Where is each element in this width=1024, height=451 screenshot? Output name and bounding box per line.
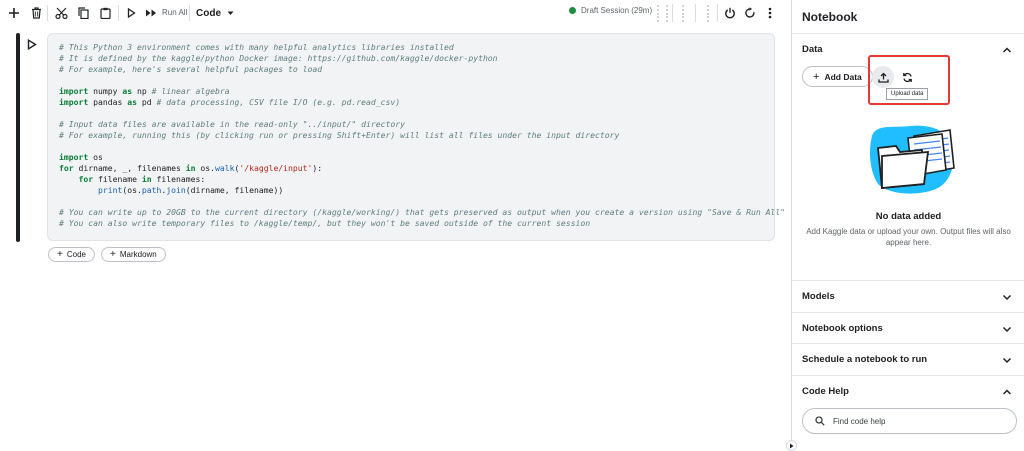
code-editor[interactable]: # This Python 3 environment comes with m… — [59, 42, 786, 229]
toolbar-divider — [118, 5, 119, 21]
notebook-toolbar: Run All Code Draft Session (29m) — [0, 0, 791, 26]
cpu-meter-icon — [653, 5, 662, 22]
code-line: # For example, running this (by clicking… — [59, 130, 620, 140]
annotation-highlight-box — [868, 55, 950, 105]
panel-divider — [792, 375, 1024, 376]
run-all-icon[interactable] — [141, 3, 161, 23]
code-line: print(os.path.join(dirname, filename)) — [97, 185, 284, 195]
toolbar-divider — [717, 4, 718, 22]
code-help-section-header[interactable]: Code Help — [802, 386, 849, 397]
chevron-down-icon[interactable] — [1002, 292, 1012, 302]
plus-icon: + — [813, 70, 820, 83]
restart-icon[interactable] — [740, 3, 760, 23]
code-line: import pandas as pd # data processing, C… — [59, 97, 401, 107]
toolbar-divider — [672, 4, 673, 22]
cell-type-dropdown[interactable]: Code — [196, 4, 234, 22]
add-markdown-cell-button[interactable]: + Markdown — [101, 247, 166, 262]
code-line: import os — [59, 152, 103, 162]
toolbar-divider — [47, 5, 48, 21]
code-help-search-placeholder: Find code help — [833, 416, 886, 426]
code-help-search-input[interactable]: Find code help — [802, 408, 1017, 434]
caret-right-icon — [790, 443, 794, 448]
chevron-up-icon[interactable] — [1002, 45, 1012, 55]
more-options-icon[interactable] — [760, 3, 780, 23]
session-status-dot — [569, 7, 576, 14]
code-cell[interactable]: # This Python 3 environment comes with m… — [47, 33, 786, 241]
code-line: for filename in filenames: — [78, 174, 206, 184]
add-code-cell-label: Code — [66, 250, 86, 259]
panel-divider — [792, 280, 1024, 281]
delete-icon[interactable] — [26, 3, 46, 23]
caret-down-icon — [227, 11, 234, 15]
code-line: # For example, here's several helpful pa… — [59, 64, 323, 74]
toolbar-divider — [695, 4, 696, 22]
cell-type-label: Code — [196, 7, 221, 19]
panel-divider — [792, 343, 1024, 344]
chevron-up-icon[interactable] — [1002, 387, 1012, 397]
chevron-down-icon[interactable] — [1002, 355, 1012, 365]
notebook-side-panel: Notebook Data + Add Data Upload data No … — [791, 0, 1024, 451]
panel-collapse-toggle[interactable] — [786, 440, 797, 451]
panel-divider — [792, 33, 1024, 34]
run-icon[interactable] — [121, 3, 141, 23]
copy-icon[interactable] — [73, 3, 93, 23]
paste-icon[interactable] — [95, 3, 115, 23]
plus-icon: + — [57, 248, 63, 260]
empty-data-title: No data added — [875, 211, 942, 222]
search-icon — [815, 416, 825, 426]
active-cell-indicator — [16, 33, 20, 242]
code-line: # Input data files are available in the … — [59, 119, 405, 129]
empty-data-description: Add Kaggle data or upload your own. Outp… — [806, 227, 1011, 247]
add-cell-icon[interactable] — [4, 3, 24, 23]
add-data-button[interactable]: + Add Data — [802, 66, 873, 87]
session-status[interactable]: Draft Session (29m) — [569, 6, 652, 15]
plus-icon: + — [110, 248, 116, 260]
notebook-options-section-header[interactable]: Notebook options — [802, 323, 883, 334]
cpu-meter-icon — [662, 5, 671, 22]
chevron-down-icon[interactable] — [1002, 324, 1012, 334]
ram-meter-icon — [678, 5, 687, 22]
code-line: for dirname, _, filenames in os.walk('/k… — [59, 163, 323, 173]
code-line: # You can also write temporary files to … — [59, 218, 591, 228]
toolbar-divider — [189, 5, 190, 21]
schedule-section-header[interactable]: Schedule a notebook to run — [802, 354, 927, 365]
run-cell-icon[interactable] — [27, 37, 39, 51]
data-section-header[interactable]: Data — [802, 44, 823, 55]
power-icon[interactable] — [720, 3, 740, 23]
add-code-cell-button[interactable]: + Code — [48, 247, 95, 262]
code-line: # This Python 3 environment comes with m… — [59, 42, 454, 52]
panel-divider — [792, 312, 1024, 313]
disk-meter-icon — [703, 5, 712, 22]
code-line: import numpy as np # linear algebra — [59, 86, 230, 96]
run-all-label[interactable]: Run All — [162, 8, 187, 17]
cut-icon[interactable] — [51, 3, 71, 23]
code-line: # It is defined by the kaggle/python Doc… — [59, 53, 498, 63]
models-section-header[interactable]: Models — [802, 291, 835, 302]
add-markdown-cell-label: Markdown — [119, 250, 157, 259]
panel-title: Notebook — [802, 10, 858, 24]
add-data-label: Add Data — [824, 71, 862, 82]
code-line: # You can write up to 20GB to the curren… — [59, 207, 786, 217]
session-label: Draft Session (29m) — [581, 6, 653, 15]
empty-folder-illustration — [870, 125, 955, 194]
